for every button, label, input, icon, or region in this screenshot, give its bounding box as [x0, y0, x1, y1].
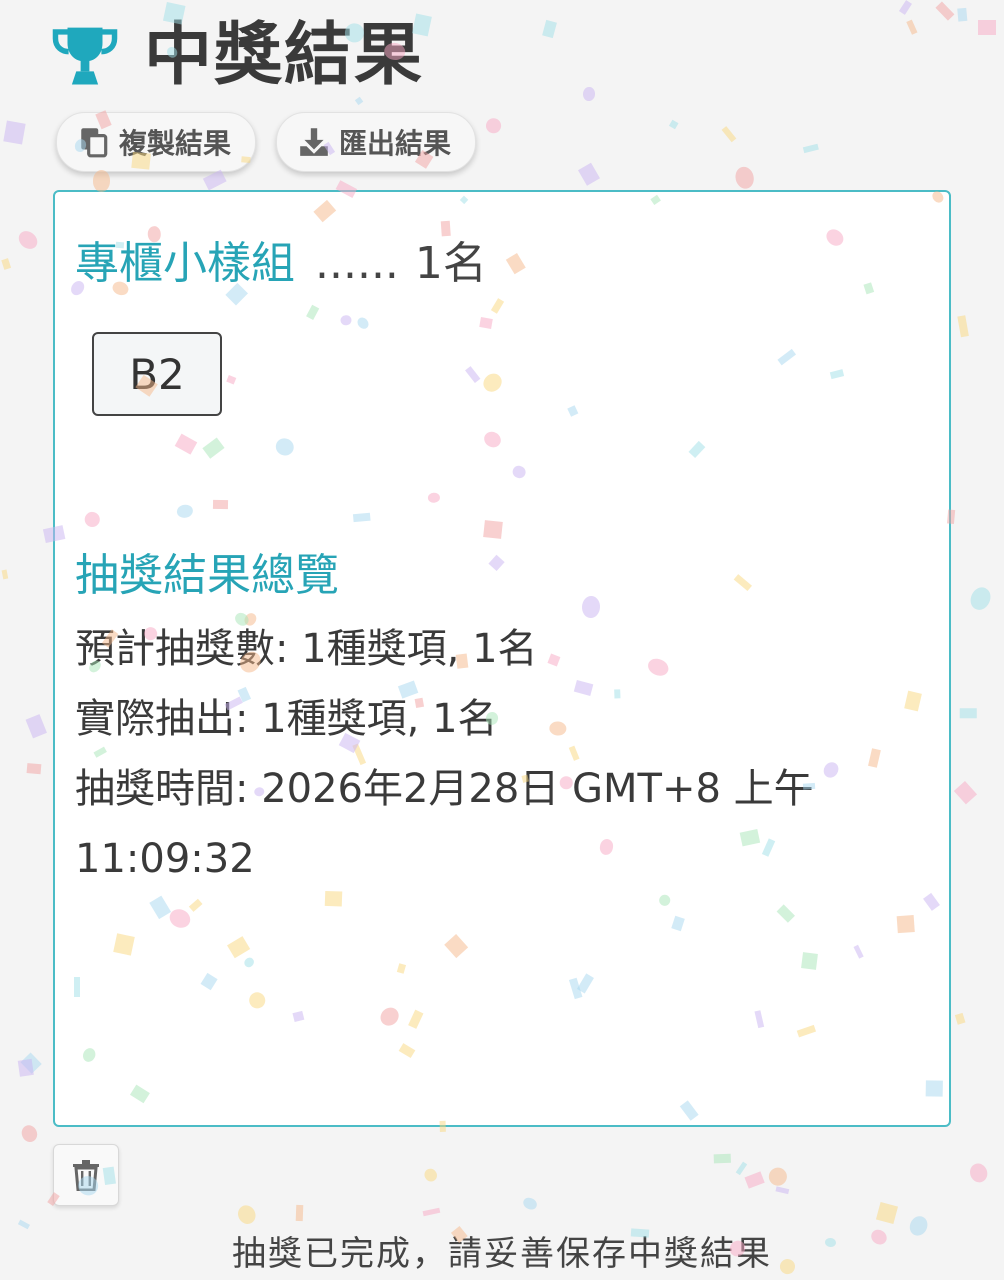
confetti-piece: [954, 781, 978, 805]
header: 中獎結果: [50, 14, 424, 98]
confetti-piece: [295, 1204, 304, 1222]
copy-icon: [81, 128, 108, 158]
confetti-piece: [959, 708, 977, 719]
copy-results-button[interactable]: 複製結果: [56, 112, 257, 172]
confetti-piece: [520, 1195, 539, 1212]
confetti-piece: [92, 169, 111, 192]
download-icon: [300, 128, 328, 156]
confetti-piece: [899, 0, 913, 16]
confetti-piece: [15, 227, 41, 253]
page-title: 中獎結果: [144, 16, 425, 95]
results-page: 中獎結果 複製結果 匯出結果 專櫃小樣組...... 1名 B2 抽獎結果總覽 預…: [0, 0, 1004, 1280]
summary-time: 抽獎時間: 2026年2月28日 GMT+8 上午 11:09:32: [75, 766, 814, 882]
summary-actual: 實際抽出: 1種獎項, 1名: [75, 696, 498, 742]
summary-title: 抽獎結果總覽: [75, 550, 339, 601]
summary-list: 預計抽獎數: 1種獎項, 1名 實際抽出: 1種獎項, 1名 抽獎時間: 202…: [75, 614, 905, 894]
confetti-piece: [1, 257, 11, 270]
confetti-piece: [735, 1161, 748, 1176]
trophy-icon: [52, 27, 118, 85]
confetti-piece: [20, 1052, 42, 1074]
confetti-piece: [966, 1160, 990, 1185]
prize-count: 1名: [414, 238, 487, 289]
confetti-piece: [19, 1122, 40, 1144]
results-panel: 專櫃小樣組...... 1名 B2 抽獎結果總覽 預計抽獎數: 1種獎項, 1名 …: [53, 190, 951, 1127]
confetti-piece: [577, 163, 600, 187]
prize-separator: ......: [315, 238, 399, 289]
confetti-piece: [3, 120, 26, 144]
confetti-piece: [582, 86, 596, 102]
winner-chip: B2: [92, 332, 222, 416]
confetti-piece: [957, 7, 968, 21]
confetti-piece: [803, 143, 820, 153]
confetti-piece: [27, 763, 42, 776]
footer-note: 抽獎已完成，請妥善保存中獎結果: [232, 1234, 772, 1274]
confetti-piece: [967, 583, 994, 613]
confetti-piece: [935, 1, 955, 22]
confetti-piece: [905, 20, 917, 35]
confetti-piece: [202, 169, 228, 191]
confetti-piece: [25, 713, 48, 739]
confetti-piece: [422, 1207, 441, 1217]
confetti-piece: [733, 165, 756, 191]
delete-button[interactable]: [53, 1144, 119, 1206]
confetti-piece: [542, 20, 557, 39]
confetti-piece: [775, 1186, 790, 1194]
trash-icon: [73, 1160, 99, 1191]
confetti-piece: [765, 1163, 791, 1190]
confetti-piece: [234, 1201, 259, 1228]
confetti-piece: [422, 1166, 440, 1185]
confetti-piece: [744, 1171, 765, 1189]
export-results-label: 匯出結果: [339, 127, 452, 160]
summary-planned: 預計抽獎數: 1種獎項, 1名: [75, 626, 538, 672]
confetti-piece: [956, 315, 969, 338]
confetti-piece: [978, 19, 997, 36]
confetti-piece: [875, 1201, 899, 1224]
confetti-piece: [354, 96, 364, 106]
confetti-piece: [668, 119, 679, 130]
confetti-piece: [713, 1153, 732, 1164]
confetti-piece: [1, 569, 9, 581]
prize-row: 專櫃小樣組...... 1名: [75, 236, 487, 292]
export-results-button[interactable]: 匯出結果: [276, 112, 477, 172]
confetti-piece: [721, 126, 736, 143]
copy-results-label: 複製結果: [119, 127, 232, 160]
toolbar: 複製結果 匯出結果: [56, 112, 477, 172]
confetti-piece: [484, 116, 504, 136]
confetti-piece: [17, 1059, 34, 1077]
prize-name: 專櫃小樣組: [75, 238, 295, 289]
confetti-piece: [955, 1013, 966, 1026]
